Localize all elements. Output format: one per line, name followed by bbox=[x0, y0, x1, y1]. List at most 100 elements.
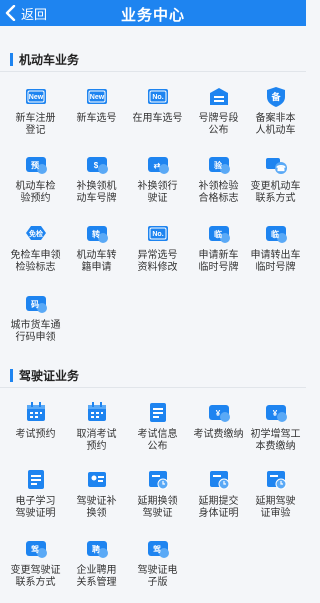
section-marker bbox=[10, 368, 13, 382]
service-item[interactable]: 预机动车检 验预约 bbox=[5, 153, 66, 205]
svg-text:聘: 聘 bbox=[92, 544, 100, 554]
service-item-label: 考试预约 bbox=[15, 429, 56, 440]
service-item[interactable]: ⇄ 补换领行 驶证 bbox=[127, 153, 188, 205]
delay-renew-icon bbox=[127, 468, 188, 490]
service-item-label: 考试信息 公布 bbox=[137, 429, 178, 452]
service-item[interactable]: 考试信息 公布 bbox=[127, 401, 188, 453]
transfer-temp-plate-icon: 临 bbox=[245, 222, 306, 244]
service-item[interactable]: New 新车注册 登记 bbox=[5, 85, 66, 137]
shield-record-icon: 备 bbox=[245, 85, 306, 107]
service-item[interactable]: No. 异常选号 资料修改 bbox=[127, 222, 188, 274]
svg-text:临: 临 bbox=[214, 229, 222, 239]
service-item[interactable]: 延期换领 驾驶证 bbox=[127, 468, 188, 520]
service-item-label: 号牌号段 公布 bbox=[198, 113, 239, 136]
vehicle-section-header: 机动车业务 bbox=[10, 51, 79, 67]
service-item-label: 变更机动车 联系方式 bbox=[250, 181, 301, 204]
exempt-inspection-icon: 免检 bbox=[5, 222, 66, 244]
service-item[interactable]: 电子学习 驾驶证明 bbox=[5, 468, 66, 520]
service-item-label: 电子学习 驾驶证明 bbox=[15, 496, 56, 519]
service-item-label: 新车注册 登记 bbox=[15, 113, 56, 136]
service-item-label: 机动车转 籍申请 bbox=[76, 250, 117, 273]
service-item[interactable]: 聘企业聘用 关系管理 bbox=[66, 537, 127, 589]
service-item[interactable]: 驾驶证补 换领 bbox=[66, 468, 127, 520]
service-item[interactable]: No. 在用车选号 bbox=[127, 85, 188, 125]
svg-text:临: 临 bbox=[271, 229, 279, 239]
exam-info-icon bbox=[127, 401, 188, 423]
service-item[interactable]: ☎ 变更机动车 联系方式 bbox=[245, 153, 306, 205]
e-learning-icon bbox=[5, 468, 66, 490]
svg-text:$: $ bbox=[93, 161, 98, 170]
service-item-label: 新车选号 bbox=[76, 113, 117, 124]
service-item-label: 免检车申领 检验标志 bbox=[10, 250, 61, 273]
driver-section-header: 驾驶证业务 bbox=[10, 367, 79, 383]
service-item[interactable]: 取消考试 预约 bbox=[66, 401, 127, 453]
svg-text:驾: 驾 bbox=[30, 544, 39, 554]
delay-health-icon bbox=[188, 468, 249, 490]
service-item-label: 补换领行 驶证 bbox=[137, 181, 178, 204]
service-item[interactable]: 延期驾驶 证审验 bbox=[245, 468, 306, 520]
service-item[interactable]: 备备案非本 人机动车 bbox=[245, 85, 306, 137]
vehicle-section-title: 机动车业务 bbox=[19, 52, 80, 67]
service-item[interactable]: 考试预约 bbox=[5, 401, 66, 441]
service-item[interactable]: 临申请新车 临时号牌 bbox=[188, 222, 249, 274]
service-item[interactable]: 延期提交 身体证明 bbox=[188, 468, 249, 520]
service-item-label: 城市货车通 行码申领 bbox=[10, 320, 61, 343]
service-item-label: 延期提交 身体证明 bbox=[198, 496, 239, 519]
service-item-label: 申请转出车 临时号牌 bbox=[250, 250, 301, 273]
service-item-label: 取消考试 预约 bbox=[76, 429, 117, 452]
service-item[interactable]: 码城市货车通 行码申领 bbox=[5, 292, 66, 344]
fee-payment-icon: ¥ bbox=[245, 401, 306, 423]
service-item[interactable]: 驾变更驾驶证 联系方式 bbox=[5, 537, 66, 589]
svg-text:¥: ¥ bbox=[215, 409, 220, 418]
inspection-badge-icon: 验 bbox=[188, 153, 249, 175]
section-marker bbox=[10, 52, 13, 66]
service-item[interactable]: ¥ 考试费缴纳 bbox=[188, 401, 249, 441]
service-item[interactable]: $ 补换领机 动车号牌 bbox=[66, 153, 127, 205]
svg-text:转: 转 bbox=[92, 229, 100, 239]
service-item-label: 延期换领 驾驶证 bbox=[137, 496, 178, 519]
service-item[interactable]: 免检免检车申领 检验标志 bbox=[5, 222, 66, 274]
driver-contact-icon: 驾 bbox=[5, 537, 66, 559]
e-license-icon: 驾 bbox=[127, 537, 188, 559]
svg-text:¥: ¥ bbox=[272, 409, 277, 418]
service-item-label: 初学增驾工 本费缴纳 bbox=[250, 429, 301, 452]
divider bbox=[0, 71, 306, 72]
svg-text:New: New bbox=[28, 94, 43, 101]
service-item[interactable]: 临申请转出车 临时号牌 bbox=[245, 222, 306, 274]
vehicle-transfer-icon: 转 bbox=[66, 222, 127, 244]
svg-text:No.: No. bbox=[152, 231, 163, 238]
license-renew-icon bbox=[66, 468, 127, 490]
svg-text:备: 备 bbox=[270, 91, 281, 102]
inspection-appointment-icon: 预 bbox=[5, 153, 66, 175]
service-item-label: 机动车检 验预约 bbox=[15, 181, 56, 204]
svg-text:No.: No. bbox=[152, 94, 163, 101]
svg-text:码: 码 bbox=[31, 300, 39, 309]
plate-replace-icon: $ bbox=[66, 153, 127, 175]
svg-text:☎: ☎ bbox=[276, 164, 286, 173]
service-item-label: 驾驶证电 子版 bbox=[137, 565, 178, 588]
service-item-label: 补领检验 合格标志 bbox=[198, 181, 239, 204]
service-item[interactable]: ¥ 初学增驾工 本费缴纳 bbox=[245, 401, 306, 453]
service-item[interactable]: 驾驾驶证电 子版 bbox=[127, 537, 188, 589]
exam-appointment-icon bbox=[5, 401, 66, 423]
service-item-label: 驾驶证补 换领 bbox=[76, 496, 117, 519]
exam-fee-icon: ¥ bbox=[188, 401, 249, 423]
truck-pass-icon: 码 bbox=[5, 292, 66, 314]
service-item-label: 异常选号 资料修改 bbox=[137, 250, 178, 273]
new-plate-icon: New bbox=[5, 85, 66, 107]
service-item[interactable]: 验补领检验 合格标志 bbox=[188, 153, 249, 205]
vehicle-contact-icon: ☎ bbox=[245, 153, 306, 175]
cancel-exam-icon bbox=[66, 401, 127, 423]
service-item[interactable]: 号牌号段 公布 bbox=[188, 85, 249, 137]
service-item[interactable]: New 新车选号 bbox=[66, 85, 127, 125]
plate-segment-icon bbox=[188, 85, 249, 107]
service-item-label: 补换领机 动车号牌 bbox=[76, 181, 117, 204]
service-item-label: 考试费缴纳 bbox=[193, 429, 244, 440]
license-replace-icon: ⇄ bbox=[127, 153, 188, 175]
svg-text:验: 验 bbox=[214, 160, 223, 170]
page-title: 业务中心 bbox=[120, 7, 185, 24]
service-item[interactable]: 转机动车转 籍申请 bbox=[66, 222, 127, 274]
service-item-label: 变更驾驶证 联系方式 bbox=[10, 565, 61, 588]
new-temp-plate-icon: 临 bbox=[188, 222, 249, 244]
delay-review-icon bbox=[245, 468, 306, 490]
